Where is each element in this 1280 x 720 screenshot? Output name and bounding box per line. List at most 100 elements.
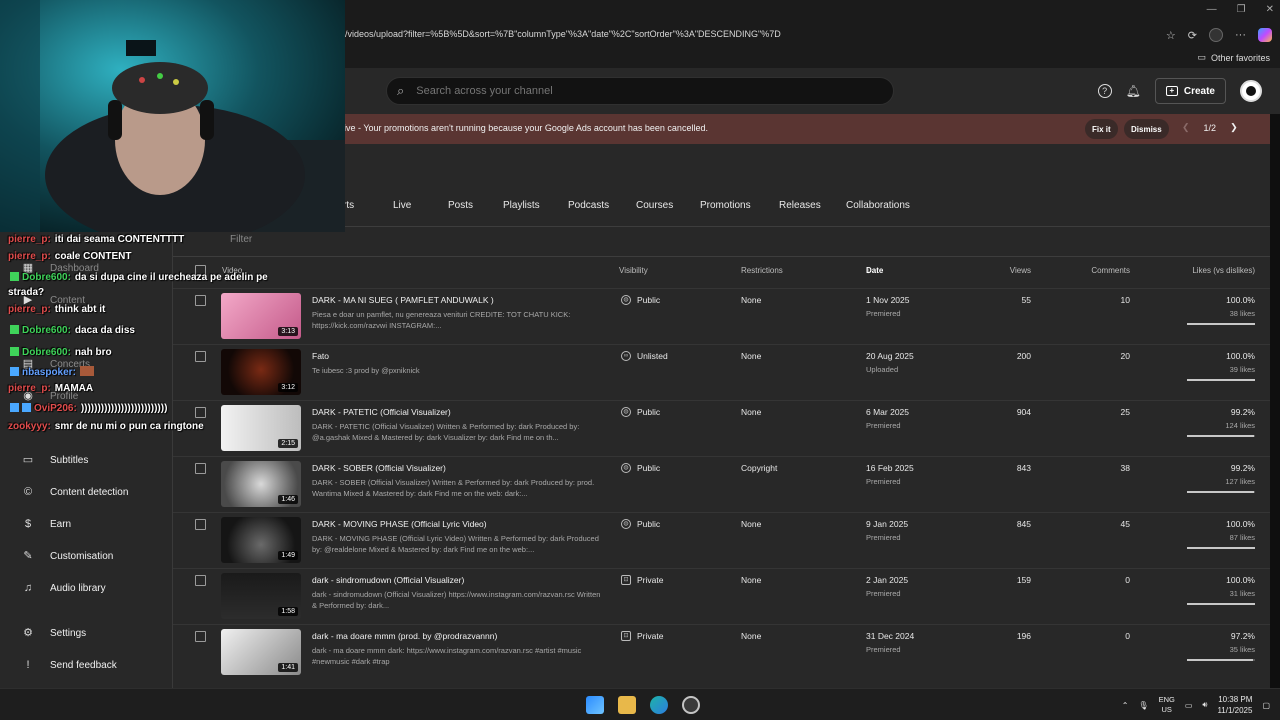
video-title[interactable]: DARK - MOVING PHASE (Official Lyric Vide… <box>312 519 487 529</box>
tab-podcasts[interactable]: Podcasts <box>568 200 609 211</box>
table-row[interactable]: 1:49 DARK - MOVING PHASE (Official Lyric … <box>173 512 1270 568</box>
col-likes[interactable]: Likes (vs dislikes) <box>1192 266 1255 275</box>
table-row[interactable]: 1:46 DARK - SOBER (Official Visualizer) DA… <box>173 456 1270 512</box>
video-thumbnail[interactable]: 2:15 <box>221 405 301 451</box>
chat-message: daca da diss <box>74 325 135 336</box>
video-title[interactable]: DARK - MA NI SUEG ( PAMFLET ANDUWALK ) <box>312 295 494 305</box>
visibility-cell[interactable]: ◍ Public <box>621 463 660 473</box>
visibility-cell[interactable]: ⊡ Private <box>621 575 663 585</box>
tab-playlists[interactable]: Playlists <box>503 200 540 211</box>
notifications-bell-icon[interactable]: 🔔︎ <box>1126 84 1141 98</box>
language-indicator[interactable]: ENG US <box>1159 695 1175 715</box>
visibility-cell[interactable]: ∞ Unlisted <box>621 351 668 361</box>
video-title[interactable]: DARK - PATETIC (Official Visualizer) <box>312 407 451 417</box>
banner-message: ive - Your promotions aren't running bec… <box>344 123 708 133</box>
video-thumbnail[interactable]: 1:49 <box>221 517 301 563</box>
notification-center-icon[interactable]: ▢ <box>1262 701 1270 710</box>
public-visibility-icon: ◍ <box>621 519 631 529</box>
tab-live[interactable]: Live <box>393 200 411 211</box>
video-thumbnail[interactable]: 1:58 <box>221 573 301 619</box>
row-checkbox[interactable] <box>195 407 206 418</box>
avatar[interactable] <box>1240 80 1262 102</box>
row-checkbox[interactable] <box>195 631 206 642</box>
channel-search[interactable]: ⌕ <box>386 77 894 105</box>
row-checkbox[interactable] <box>195 295 206 306</box>
chat-message: coale CONTENT <box>54 251 132 262</box>
col-views[interactable]: Views <box>1010 266 1031 275</box>
volume-icon[interactable]: 🔊︎ <box>1202 700 1207 710</box>
search-input[interactable] <box>416 85 817 97</box>
tab-releases[interactable]: Releases <box>779 200 821 211</box>
file-explorer-icon[interactable] <box>618 696 636 714</box>
comments-cell: 10 <box>1120 295 1130 305</box>
col-restrictions[interactable]: Restrictions <box>741 266 783 275</box>
chat-line: pierre_p: think abt it <box>8 304 105 315</box>
browser-profile-icon[interactable] <box>1209 28 1223 42</box>
chevron-right-icon[interactable]: ❯ <box>1230 122 1238 133</box>
video-thumbnail[interactable]: 1:46 <box>221 461 301 507</box>
table-row[interactable]: 3:12 Fato Te iubesc :3 prod by @pxniknick ∞… <box>173 344 1270 400</box>
col-visibility[interactable]: Visibility <box>619 266 648 275</box>
microphone-icon[interactable]: 🎙︎ <box>1138 701 1148 710</box>
window-controls: — ❐ ✕ <box>1207 4 1274 15</box>
dismiss-button[interactable]: Dismiss <box>1124 119 1169 139</box>
chevron-left-icon[interactable]: ❮ <box>1182 122 1190 133</box>
refresh-icon[interactable]: ⟳ <box>1188 29 1197 42</box>
clock[interactable]: 10:38 PM 11/1/2025 <box>1217 694 1252 716</box>
row-checkbox[interactable] <box>195 519 206 530</box>
visibility-label: Private <box>637 575 664 585</box>
video-title[interactable]: Fato <box>312 351 329 361</box>
filter-input[interactable]: Filter <box>230 234 252 245</box>
more-menu-icon[interactable]: ··· <box>1235 29 1246 41</box>
create-button[interactable]: + Create <box>1154 78 1226 104</box>
network-icon[interactable]: ▭ <box>1185 701 1193 710</box>
obs-icon[interactable] <box>682 696 700 714</box>
views-cell: 843 <box>1016 463 1031 473</box>
visibility-cell[interactable]: ⊡ Private <box>621 631 663 641</box>
help-icon[interactable]: ? <box>1097 84 1112 98</box>
favorite-star-icon[interactable]: ☆ <box>1166 29 1176 42</box>
restore-icon[interactable]: ❐ <box>1237 4 1246 15</box>
table-row[interactable]: 3:13 DARK - MA NI SUEG ( PAMFLET ANDUWALK… <box>173 288 1270 344</box>
row-checkbox[interactable] <box>195 575 206 586</box>
restrictions-cell: None <box>741 519 762 529</box>
video-thumbnail[interactable]: 1:41 <box>221 629 301 675</box>
tab-courses[interactable]: Courses <box>636 200 673 211</box>
tab-promotions[interactable]: Promotions <box>700 200 751 211</box>
table-row[interactable]: 1:41 dark - ma doare mmm (prod. by @prodr… <box>173 624 1270 680</box>
start-windows-icon[interactable] <box>586 696 604 714</box>
fix-it-button[interactable]: Fix it <box>1085 119 1118 139</box>
video-title[interactable]: dark - ma doare mmm (prod. by @prodrazva… <box>312 631 497 641</box>
sidebar-item-send-feedback[interactable]: ! Send feedback <box>22 659 116 671</box>
sidebar-item-earn[interactable]: $ Earn <box>22 518 71 530</box>
address-url[interactable]: /videos/upload?filter=%5B%5D&sort=%7B"co… <box>345 29 781 39</box>
video-title[interactable]: DARK - SOBER (Official Visualizer) <box>312 463 446 473</box>
table-row[interactable]: 1:58 dark - sindromudown (Official Visual… <box>173 568 1270 624</box>
tab-collaborations[interactable]: Collaborations <box>846 200 910 211</box>
visibility-cell[interactable]: ◍ Public <box>621 407 660 417</box>
table-row[interactable]: 2:15 DARK - PATETIC (Official Visualizer)… <box>173 400 1270 456</box>
tab-posts[interactable]: Posts <box>448 200 473 211</box>
chevron-up-icon[interactable]: ⌃ <box>1122 701 1129 710</box>
minimize-icon[interactable]: — <box>1207 4 1217 15</box>
likes-ratio-bar <box>1187 659 1255 661</box>
video-thumbnail[interactable]: 3:12 <box>221 349 301 395</box>
visibility-cell[interactable]: ◍ Public <box>621 519 660 529</box>
sidebar-item-subtitles[interactable]: ▭ Subtitles <box>22 454 89 466</box>
video-thumbnail[interactable]: 3:13 <box>221 293 301 339</box>
close-icon[interactable]: ✕ <box>1266 4 1274 15</box>
sidebar-item-customisation[interactable]: ✎ Customisation <box>22 550 113 562</box>
other-favorites[interactable]: ▭ Other favorites <box>1197 52 1270 63</box>
row-checkbox[interactable] <box>195 463 206 474</box>
sidebar-item-audio-library[interactable]: ♫ Audio library <box>22 582 106 594</box>
copilot-icon[interactable] <box>1258 28 1272 42</box>
edge-browser-icon[interactable] <box>650 696 668 714</box>
row-checkbox[interactable] <box>195 351 206 362</box>
sidebar-item-settings[interactable]: ⚙ Settings <box>22 627 86 639</box>
chat-line: Dobre600: nah bro <box>10 347 112 358</box>
sidebar-item-content-detection[interactable]: © Content detection <box>22 486 128 498</box>
visibility-cell[interactable]: ◍ Public <box>621 295 660 305</box>
video-title[interactable]: dark - sindromudown (Official Visualizer… <box>312 575 464 585</box>
views-cell: 55 <box>1021 295 1031 305</box>
col-comments[interactable]: Comments <box>1091 266 1130 275</box>
